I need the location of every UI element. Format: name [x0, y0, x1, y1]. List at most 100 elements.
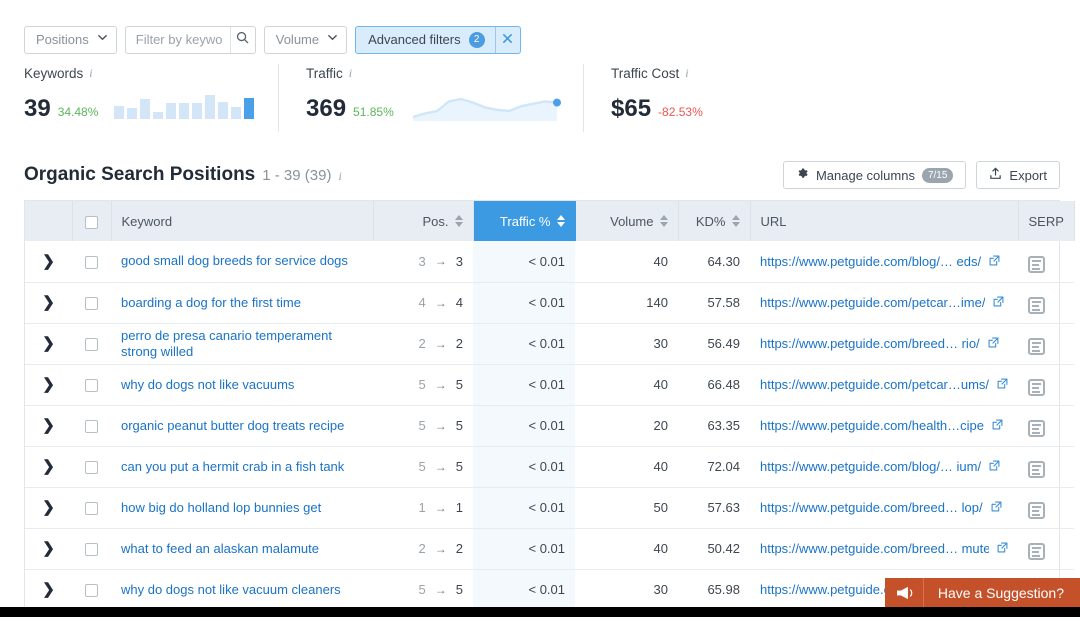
url-link[interactable]: https://www.petguide.com/petcar…ums/	[760, 377, 989, 392]
keyword-link[interactable]: how big do holland lop bunnies get	[121, 500, 321, 516]
serp-icon[interactable]	[1028, 461, 1045, 479]
select-all-checkbox[interactable]	[85, 215, 98, 229]
serp-icon[interactable]	[1028, 543, 1045, 561]
table-row: ❯ good small dog breeds for service dogs 3…	[25, 241, 1074, 283]
column-header-keyword[interactable]: Keyword	[111, 201, 374, 241]
column-header-pos[interactable]: Pos.	[373, 201, 474, 241]
row-checkbox[interactable]	[85, 255, 98, 269]
keyword-link[interactable]: what to feed an alaskan malamute	[121, 541, 319, 557]
volume-dropdown-label: Volume	[275, 32, 320, 47]
external-link-icon[interactable]	[997, 377, 1008, 392]
advanced-filters-button[interactable]: Advanced filters 2	[355, 25, 521, 54]
serp-icon[interactable]	[1028, 297, 1045, 315]
url-link[interactable]: https://www.petguide.com/breed… lop/	[760, 500, 983, 515]
row-checkbox[interactable]	[85, 420, 98, 434]
url-cell: https://www.petguide.com/breed… mute	[750, 528, 1018, 570]
row-checkbox[interactable]	[85, 297, 98, 311]
keyword-cell: perro de presa canario temperament stron…	[111, 323, 373, 365]
external-link-icon[interactable]	[989, 459, 1000, 474]
serp-icon[interactable]	[1028, 420, 1045, 438]
expand-row-icon[interactable]: ❯	[42, 418, 55, 433]
row-expand-cell: ❯	[25, 323, 72, 365]
metric-traffic: Traffic i 369 51.85%	[278, 64, 583, 132]
row-checkbox[interactable]	[85, 502, 98, 516]
expand-row-icon[interactable]: ❯	[42, 582, 55, 597]
info-icon[interactable]: i	[685, 66, 688, 81]
position-to: 2	[455, 336, 463, 351]
row-checkbox[interactable]	[85, 379, 98, 393]
external-link-icon[interactable]	[989, 254, 1000, 269]
keywords-sparkline-bar	[244, 98, 255, 119]
search-input[interactable]	[125, 26, 230, 53]
volume-cell: 20	[575, 405, 678, 447]
row-checkbox[interactable]	[85, 543, 98, 557]
url-link[interactable]: https://www.petguide.com/health…cipe	[760, 418, 984, 433]
volume-dropdown[interactable]: Volume	[263, 25, 348, 54]
serp-cell	[1018, 241, 1074, 283]
keyword-link[interactable]: boarding a dog for the first time	[121, 295, 301, 311]
serp-icon[interactable]	[1028, 502, 1045, 520]
keyword-filter	[124, 25, 256, 54]
column-header-volume[interactable]: Volume	[575, 201, 679, 241]
expand-row-icon[interactable]: ❯	[42, 459, 55, 474]
column-header-traffic[interactable]: Traffic %	[473, 201, 576, 241]
expand-row-icon[interactable]: ❯	[42, 295, 55, 310]
export-button[interactable]: Export	[976, 161, 1060, 189]
position-to: 1	[455, 500, 463, 515]
external-link-icon[interactable]	[992, 418, 1003, 433]
keyword-link[interactable]: good small dog breeds for service dogs	[121, 253, 348, 269]
keyword-link[interactable]: organic peanut butter dog treats recipe	[121, 418, 344, 434]
expand-row-icon[interactable]: ❯	[42, 377, 55, 392]
external-link-icon[interactable]	[997, 541, 1008, 556]
metrics-bar: Keywords i 39 34.48% Traffic i 369 51.85…	[0, 64, 1080, 132]
keyword-cell: organic peanut butter dog treats recipe	[111, 405, 373, 447]
page-bottom-bar	[0, 607, 1080, 617]
info-icon[interactable]: i	[89, 66, 92, 81]
export-label: Export	[1009, 167, 1047, 183]
keywords-sparkline-bar	[192, 103, 203, 119]
position-to: 5	[455, 582, 463, 597]
serp-icon[interactable]	[1028, 379, 1045, 397]
serp-cell	[1018, 528, 1074, 570]
external-link-icon[interactable]	[991, 500, 1002, 515]
url-link[interactable]: https://www.petguide.com/petcar…ime/	[760, 295, 985, 310]
megaphone-icon	[885, 578, 924, 607]
positions-dropdown[interactable]: Positions	[24, 25, 117, 54]
row-checkbox[interactable]	[85, 584, 98, 598]
position-to: 3	[455, 253, 463, 269]
info-icon[interactable]: i	[349, 66, 352, 81]
external-link-icon[interactable]	[988, 336, 999, 351]
url-link[interactable]: https://www.petguide.com/breed… rio/	[760, 336, 980, 351]
clear-advanced-filters-button[interactable]	[494, 26, 520, 53]
keyword-link[interactable]: perro de presa canario temperament stron…	[121, 328, 363, 360]
expand-row-icon[interactable]: ❯	[42, 336, 55, 351]
manage-columns-button[interactable]: Manage columns 7/15	[782, 161, 967, 189]
metric-traffic-cost: Traffic Cost i $65 -82.53%	[583, 64, 703, 132]
info-icon[interactable]: i	[338, 169, 341, 184]
url-link[interactable]: https://www.petguide.com/blog/… ium/	[760, 459, 981, 474]
serp-icon[interactable]	[1028, 338, 1045, 356]
column-header-serp-label: SERP	[1028, 213, 1064, 229]
external-link-icon[interactable]	[993, 295, 1004, 310]
url-link[interactable]: https://www.petguide.com/breed… mute	[760, 541, 989, 556]
keywords-sparkline-bar	[114, 106, 125, 119]
advanced-filters-label-wrap: Advanced filters 2	[356, 27, 495, 53]
keyword-link[interactable]: can you put a hermit crab in a fish tank	[121, 459, 344, 475]
have-a-suggestion-button[interactable]: Have a Suggestion?	[884, 578, 1080, 607]
expand-row-icon[interactable]: ❯	[42, 500, 55, 515]
traffic-percent-cell: < 0.01	[473, 241, 575, 283]
serp-icon[interactable]	[1028, 256, 1045, 273]
expand-row-icon[interactable]: ❯	[42, 541, 55, 556]
expand-row-icon[interactable]: ❯	[42, 254, 55, 269]
row-checkbox[interactable]	[85, 338, 98, 352]
url-cell: https://www.petguide.com/blog/… ium/	[750, 446, 1018, 488]
url-link[interactable]: https://www.petguide.com/blog/… eds/	[760, 254, 981, 269]
volume-cell: 50	[575, 487, 678, 529]
column-header-kd[interactable]: KD%	[678, 201, 751, 241]
serp-cell	[1018, 364, 1074, 406]
keyword-link[interactable]: why do dogs not like vacuums	[121, 377, 294, 393]
row-checkbox[interactable]	[85, 461, 98, 475]
search-button[interactable]	[229, 26, 255, 53]
row-expand-cell: ❯	[25, 487, 72, 529]
keyword-link[interactable]: why do dogs not like vacuum cleaners	[121, 582, 341, 598]
